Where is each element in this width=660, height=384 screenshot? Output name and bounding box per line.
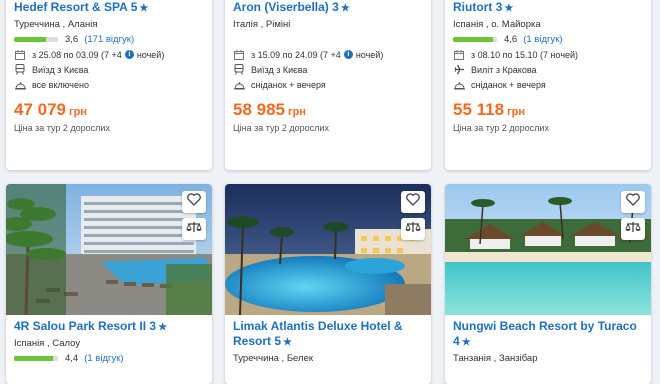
price-note: Ціна за тур 2 дорослих: [14, 123, 110, 133]
plane-icon: [453, 64, 465, 76]
price-note: Ціна за тур 2 дорослих: [453, 123, 549, 133]
hotel-card[interactable]: Limak Atlantis Deluxe Hotel & Resort 5 ★ …: [225, 184, 431, 384]
nights-text: ночей): [136, 49, 165, 60]
rating: 4,4 (1 відгук): [14, 351, 204, 366]
hotel-location: Танзанія , Занзібар: [453, 353, 538, 364]
meal-row: сніданок + вечеря: [233, 77, 423, 92]
reviews-link[interactable]: (1 відгук): [84, 353, 123, 364]
departure-text: Виїзд з Києва: [251, 64, 308, 75]
compare-button[interactable]: [401, 218, 425, 240]
meal-text: все включено: [32, 79, 89, 90]
calendar-icon: [14, 49, 26, 61]
rating-bar: [14, 356, 58, 361]
reviews-link[interactable]: (1 відгук): [523, 34, 562, 45]
hotel-card[interactable]: Riutort 3 ★ Іспанія , о. Майорка 4,6 (1 в…: [445, 0, 651, 170]
star-icon: ★: [461, 337, 471, 348]
departure-row: Виїзд з Києва: [233, 62, 423, 77]
info-icon[interactable]: i: [124, 50, 134, 59]
price: 58 985 грн: [233, 100, 423, 122]
rating-value: 4,6: [504, 34, 518, 45]
info-icon[interactable]: i: [343, 50, 353, 59]
dates-text: з 08.10 по 15.10 (7 ночей): [471, 49, 579, 60]
hotel-location: Італія , Ріміні: [233, 19, 291, 30]
hotel-location: Іспанія , Салоу: [14, 338, 81, 349]
hotel-card[interactable]: Hedef Resort & SPA 5 ★ Туреччина , Аланія…: [6, 0, 212, 170]
reviews-link[interactable]: (171 відгук): [84, 34, 134, 45]
scales-icon: [405, 220, 421, 238]
favorite-button[interactable]: [182, 191, 206, 213]
departure-row: Виліт з Кракова: [453, 62, 643, 77]
bus-icon: [14, 64, 26, 76]
hotel-card[interactable]: 4R Salou Park Resort II 3 ★ Іспанія , Сал…: [6, 184, 212, 384]
scales-icon: [625, 220, 641, 238]
favorite-button[interactable]: [621, 191, 645, 213]
meal-row: сніданок + вечеря: [453, 77, 643, 92]
star-icon: ★: [504, 3, 514, 14]
price: 55 118 грн: [453, 100, 643, 122]
compare-button[interactable]: [621, 218, 645, 240]
hotel-title[interactable]: Hedef Resort & SPA 5 ★: [14, 0, 204, 16]
departure-text: Виліт з Кракова: [471, 64, 537, 75]
departure-row: Виїзд з Києва: [14, 62, 204, 77]
hotel-title[interactable]: Nungwi Beach Resort by Turaco 4 ★: [453, 319, 643, 350]
dates-row: з 25.08 по 03.09 (7 +4 i ночей): [14, 47, 204, 62]
meal-icon: [14, 79, 26, 91]
price-note: Ціна за тур 2 дорослих: [233, 123, 329, 133]
price-currency: грн: [69, 106, 87, 118]
bus-icon: [233, 64, 245, 76]
hotel-location: Туреччина , Аланія: [14, 19, 98, 30]
heart-icon: [187, 193, 201, 211]
calendar-icon: [453, 49, 465, 61]
compare-button[interactable]: [182, 218, 206, 240]
calendar-icon: [233, 49, 245, 61]
hotel-card[interactable]: Aron (Viserbella) 3 ★ Італія , Ріміні з 1…: [225, 0, 431, 170]
hotel-card[interactable]: Nungwi Beach Resort by Turaco 4 ★ Танзані…: [445, 184, 651, 384]
dates-text: з 25.08 по 03.09 (7 +4: [32, 49, 122, 60]
favorite-button[interactable]: [401, 191, 425, 213]
price: 47 079 грн: [14, 100, 204, 122]
rating-bar: [453, 37, 497, 42]
price-currency: грн: [507, 106, 526, 118]
meal-icon: [233, 79, 245, 91]
scales-icon: [186, 220, 202, 238]
star-icon: ★: [139, 3, 149, 14]
meal-row: все включено: [14, 77, 204, 92]
nights-text: ночей): [355, 49, 384, 60]
price-value: 55 118: [453, 100, 505, 119]
hotel-title[interactable]: Riutort 3 ★: [453, 0, 643, 16]
dates-row: з 08.10 по 15.10 (7 ночей): [453, 47, 643, 62]
rating-value: 4,4: [65, 353, 79, 364]
heart-icon: [626, 193, 640, 211]
departure-text: Виїзд з Києва: [32, 64, 89, 75]
rating: 3,6 (171 відгук): [14, 32, 204, 47]
hotel-location: Туреччина , Белек: [233, 353, 314, 364]
meal-icon: [453, 79, 465, 91]
dates-row: з 15.09 по 24.09 (7 +4 i ночей): [233, 47, 423, 62]
star-icon: ★: [158, 322, 168, 333]
meal-text: сніданок + вечеря: [471, 79, 546, 90]
hotel-title[interactable]: Limak Atlantis Deluxe Hotel & Resort 5 ★: [233, 319, 423, 350]
star-icon: ★: [340, 3, 350, 14]
dates-text: з 15.09 по 24.09 (7 +4: [251, 49, 341, 60]
price-value: 47 079: [14, 100, 66, 119]
hotel-location: Іспанія , о. Майорка: [453, 19, 541, 30]
rating-bar: [14, 37, 58, 42]
rating: 4,6 (1 відгук): [453, 32, 643, 47]
hotel-results-grid: Hedef Resort & SPA 5 ★ Туреччина , Аланія…: [0, 0, 660, 384]
price-currency: грн: [288, 106, 306, 118]
meal-text: сніданок + вечеря: [251, 79, 326, 90]
hotel-title[interactable]: 4R Salou Park Resort II 3 ★: [14, 319, 204, 335]
hotel-title[interactable]: Aron (Viserbella) 3 ★: [233, 0, 423, 16]
price-value: 58 985: [233, 100, 285, 119]
star-icon: ★: [283, 337, 292, 348]
heart-icon: [406, 193, 420, 211]
rating-value: 3,6: [65, 34, 79, 45]
